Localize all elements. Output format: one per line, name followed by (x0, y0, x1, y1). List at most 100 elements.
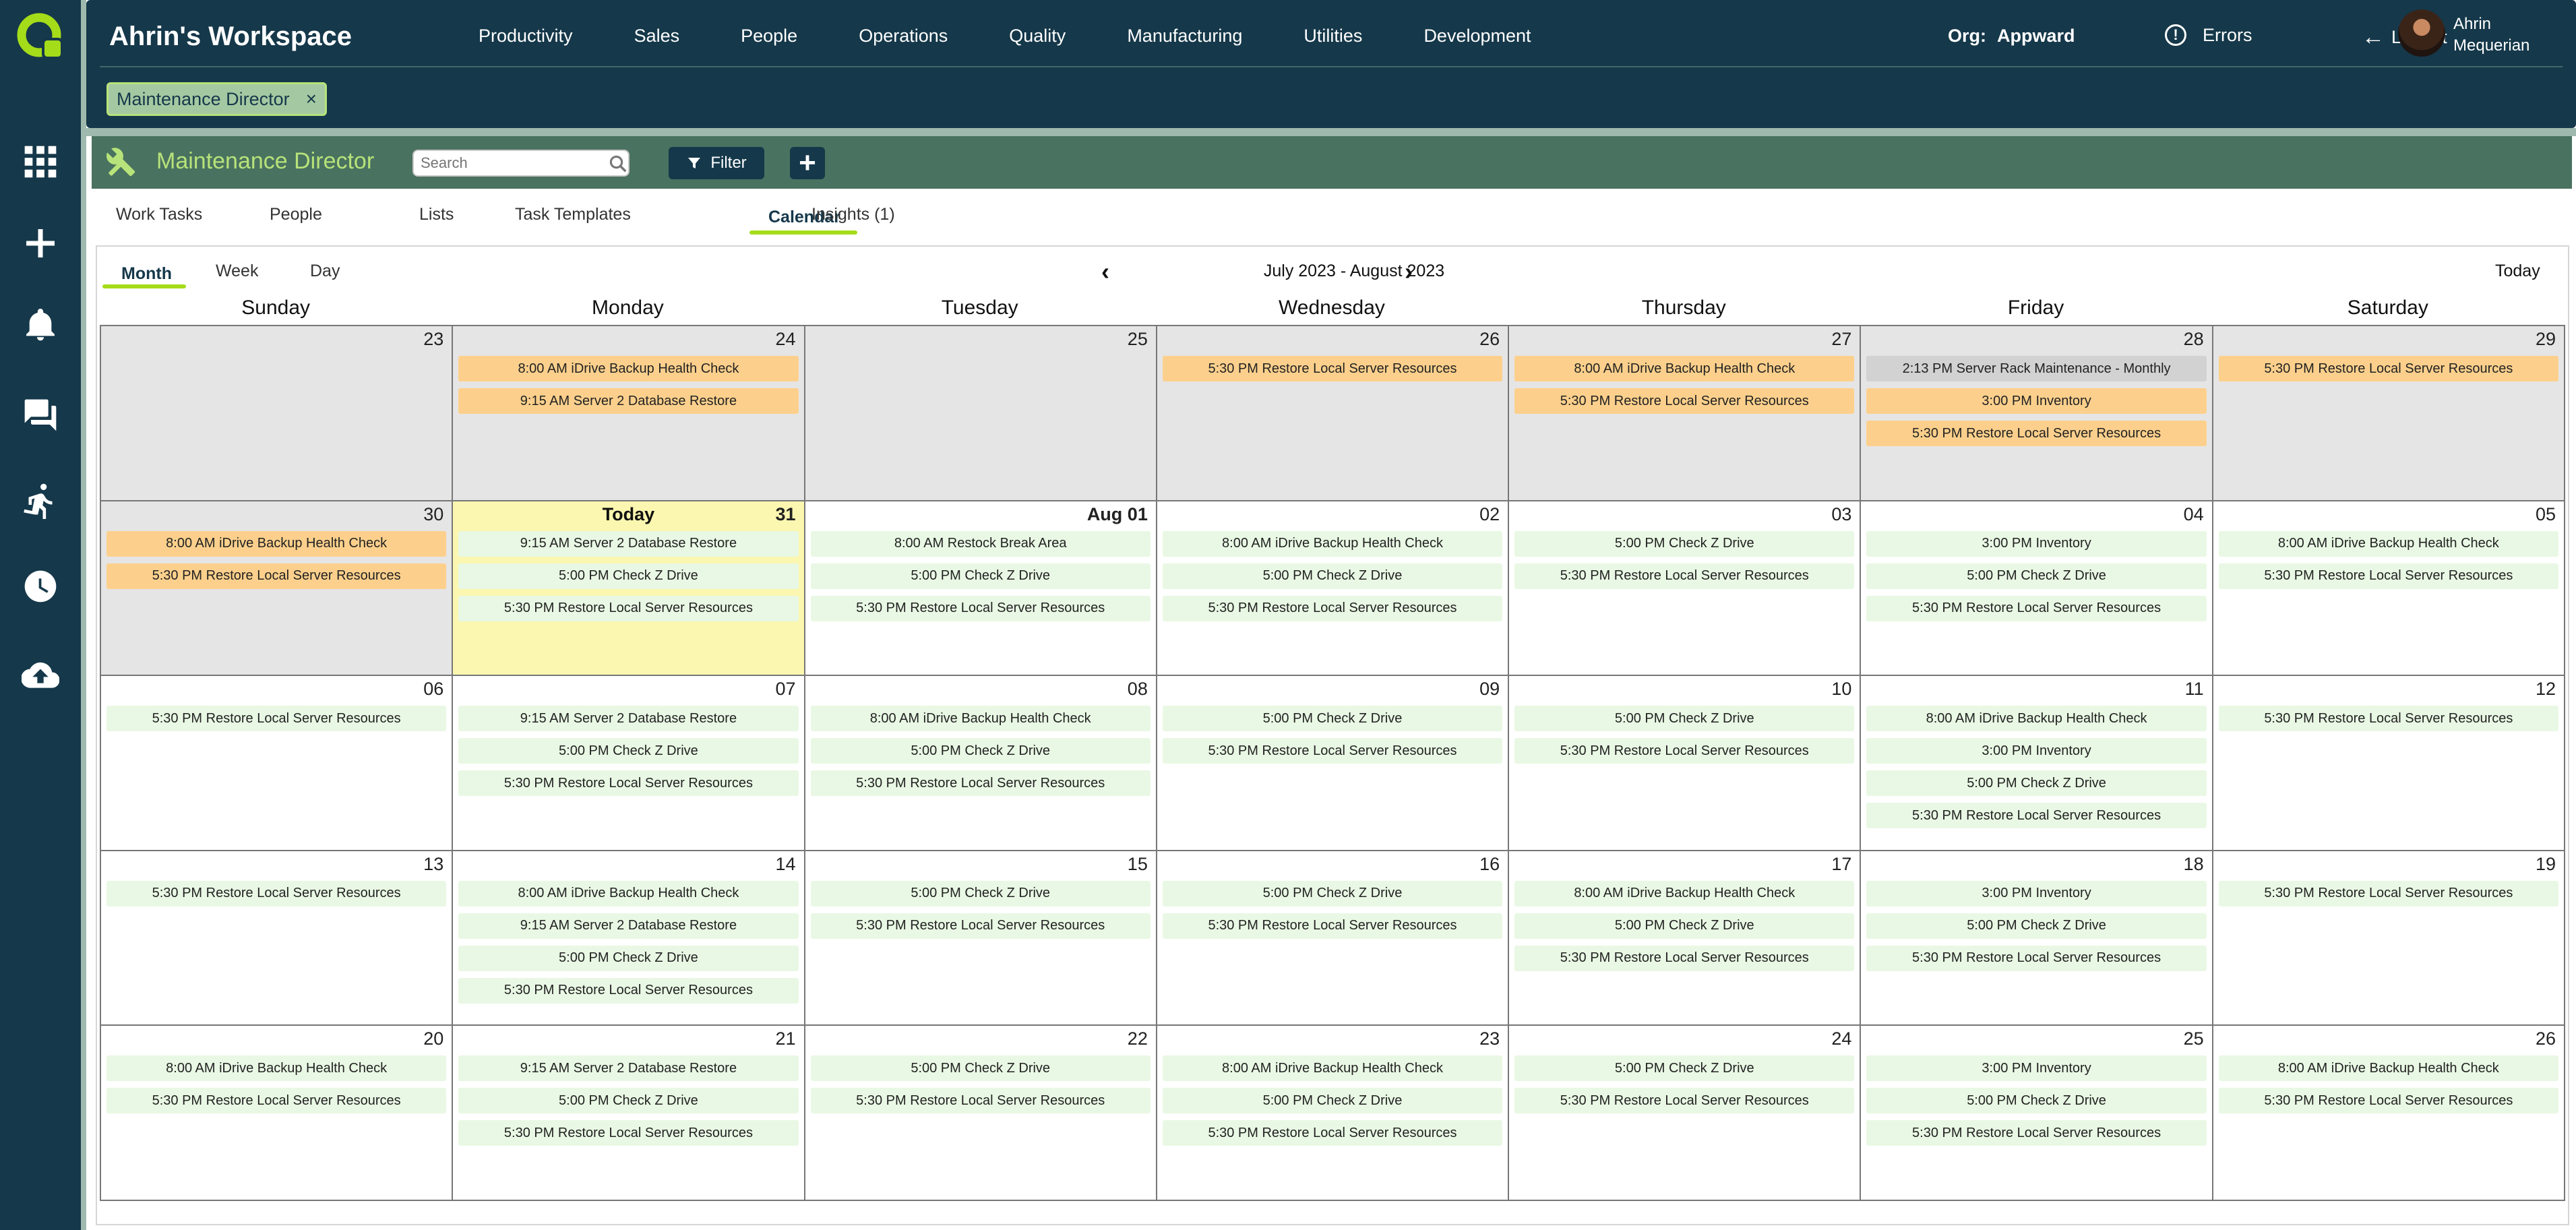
calendar-event[interactable]: 5:30 PM Restore Local Server Resources (810, 595, 1151, 621)
calendar-event[interactable]: 5:30 PM Restore Local Server Resources (106, 706, 447, 732)
calendar-event[interactable]: 8:00 AM iDrive Backup Health Check (1162, 1055, 1503, 1082)
clock-icon[interactable] (20, 566, 61, 607)
calendar-event[interactable]: 5:30 PM Restore Local Server Resources (458, 977, 799, 1004)
calendar-event[interactable]: 3:00 PM Inventory (1866, 738, 2207, 764)
calendar-event[interactable]: 5:30 PM Restore Local Server Resources (810, 770, 1151, 797)
calendar-day-cell[interactable]: 22 5:00 PM Check Z Drive 5:30 PM Restore L… (805, 1026, 1157, 1201)
calendar-event[interactable]: 5:30 PM Restore Local Server Resources (1866, 803, 2207, 829)
user-name[interactable]: Ahrin Mequerian (2453, 13, 2554, 57)
bell-icon[interactable] (20, 305, 61, 345)
calendar-day-cell[interactable]: 24 5:00 PM Check Z Drive 5:30 PM Restore L… (1509, 1026, 1862, 1201)
calendar-event[interactable]: 5:00 PM Check Z Drive (1162, 563, 1503, 589)
calendar-event[interactable]: 8:00 AM iDrive Backup Health Check (106, 530, 447, 557)
calendar-day-cell[interactable]: 25 (805, 326, 1157, 501)
calendar-event[interactable]: 8:00 AM iDrive Backup Health Check (1514, 880, 1855, 906)
calendar-event[interactable]: 5:00 PM Check Z Drive (810, 738, 1151, 764)
nav-operations[interactable]: Operations (859, 26, 948, 47)
calendar-day-cell[interactable]: 29 5:30 PM Restore Local Server Resources (2213, 326, 2565, 501)
calendar-event[interactable]: 5:30 PM Restore Local Server Resources (1162, 356, 1503, 381)
nav-people[interactable]: People (741, 26, 797, 47)
calendar-event[interactable]: 8:00 AM iDrive Backup Health Check (1162, 530, 1503, 557)
filter-button[interactable]: Filter (669, 147, 764, 179)
calendar-day-cell[interactable]: 02 8:00 AM iDrive Backup Health Check 5:00… (1157, 501, 1510, 677)
plus-icon[interactable] (20, 223, 61, 264)
calendar-day-cell[interactable]: 16 5:00 PM Check Z Drive 5:30 PM Restore L… (1157, 851, 1510, 1026)
calendar-day-cell[interactable]: 03 5:00 PM Check Z Drive 5:30 PM Restore L… (1509, 501, 1862, 677)
calendar-event[interactable]: 9:15 AM Server 2 Database Restore (458, 706, 799, 732)
calendar-day-cell[interactable]: Today 31 9:15 AM Server 2 Database Restore… (453, 501, 805, 677)
calendar-event[interactable]: 5:30 PM Restore Local Server Resources (1514, 388, 1855, 414)
calendar-event[interactable]: 5:00 PM Check Z Drive (1866, 913, 2207, 939)
calendar-day-cell[interactable]: 12 5:30 PM Restore Local Server Resources (2213, 676, 2565, 851)
calendar-event[interactable]: 5:00 PM Check Z Drive (810, 880, 1151, 906)
calendar-event[interactable]: 8:00 AM iDrive Backup Health Check (1866, 706, 2207, 732)
calendar-event[interactable]: 5:30 PM Restore Local Server Resources (1866, 595, 2207, 621)
calendar-event[interactable]: 3:00 PM Inventory (1866, 880, 2207, 906)
nav-quality[interactable]: Quality (1009, 26, 1066, 47)
view-week[interactable]: Week (216, 262, 258, 281)
calendar-event[interactable]: 9:15 AM Server 2 Database Restore (458, 913, 799, 939)
calendar-day-cell[interactable]: 21 9:15 AM Server 2 Database Restore 5:00 … (453, 1026, 805, 1201)
apps-grid-icon[interactable] (20, 142, 61, 182)
tab-insights[interactable]: Insights (1) (811, 205, 895, 224)
view-day[interactable]: Day (310, 262, 340, 281)
today-button[interactable]: Today (2495, 262, 2540, 281)
calendar-day-cell[interactable]: 10 5:00 PM Check Z Drive 5:30 PM Restore L… (1509, 676, 1862, 851)
calendar-event[interactable]: 5:30 PM Restore Local Server Resources (1514, 945, 1855, 971)
calendar-event[interactable]: 5:30 PM Restore Local Server Resources (1162, 738, 1503, 764)
calendar-day-cell[interactable]: 13 5:30 PM Restore Local Server Resources (101, 851, 454, 1026)
calendar-event[interactable]: 3:00 PM Inventory (1866, 1055, 2207, 1082)
calendar-event[interactable]: 5:30 PM Restore Local Server Resources (106, 563, 447, 589)
nav-manufacturing[interactable]: Manufacturing (1127, 26, 1242, 47)
calendar-event[interactable]: 5:00 PM Check Z Drive (1514, 530, 1855, 557)
search-input[interactable] (412, 150, 630, 177)
calendar-event[interactable]: 5:00 PM Check Z Drive (1514, 913, 1855, 939)
calendar-event[interactable]: 3:00 PM Inventory (1866, 530, 2207, 557)
calendar-day-cell[interactable]: 28 2:13 PM Server Rack Maintenance - Mont… (1861, 326, 2213, 501)
calendar-day-cell[interactable]: 27 8:00 AM iDrive Backup Health Check 5:30… (1509, 326, 1862, 501)
calendar-event[interactable]: 5:00 PM Check Z Drive (1514, 706, 1855, 732)
calendar-event[interactable]: 5:00 PM Check Z Drive (810, 563, 1151, 589)
add-button[interactable]: + (790, 146, 825, 179)
calendar-event[interactable]: 5:30 PM Restore Local Server Resources (1514, 1088, 1855, 1114)
calendar-day-cell[interactable]: 25 3:00 PM Inventory 5:00 PM Check Z Drive… (1861, 1026, 2213, 1201)
errors-button[interactable]: ! Errors (2165, 24, 2252, 46)
calendar-event[interactable]: 5:30 PM Restore Local Server Resources (1866, 421, 2207, 446)
calendar-event[interactable]: 5:00 PM Check Z Drive (458, 738, 799, 764)
calendar-event[interactable]: 5:30 PM Restore Local Server Resources (1162, 1120, 1503, 1146)
calendar-day-cell[interactable]: 18 3:00 PM Inventory 5:00 PM Check Z Drive… (1861, 851, 2213, 1026)
calendar-event[interactable]: 5:30 PM Restore Local Server Resources (106, 1088, 447, 1114)
app-logo-icon[interactable] (16, 12, 65, 61)
calendar-event[interactable]: 9:15 AM Server 2 Database Restore (458, 388, 799, 414)
calendar-day-cell[interactable]: 24 8:00 AM iDrive Backup Health Check 9:15… (453, 326, 805, 501)
tab-people[interactable]: People (270, 205, 322, 224)
calendar-event[interactable]: 5:00 PM Check Z Drive (1162, 1088, 1503, 1114)
calendar-day-cell[interactable]: Aug 01 8:00 AM Restock Break Area 5:00 PM … (805, 501, 1157, 677)
avatar[interactable] (2398, 9, 2445, 57)
tab-lists[interactable]: Lists (419, 205, 454, 224)
calendar-event[interactable]: 5:30 PM Restore Local Server Resources (1866, 1120, 2207, 1146)
calendar-event[interactable]: 2:13 PM Server Rack Maintenance - Monthl… (1866, 356, 2207, 381)
calendar-event[interactable]: 5:30 PM Restore Local Server Resources (106, 880, 447, 906)
calendar-event[interactable]: 5:00 PM Check Z Drive (1866, 1088, 2207, 1114)
calendar-event[interactable]: 5:00 PM Check Z Drive (458, 1088, 799, 1114)
calendar-event[interactable]: 5:00 PM Check Z Drive (1866, 770, 2207, 797)
calendar-day-cell[interactable]: 30 8:00 AM iDrive Backup Health Check 5:30… (101, 501, 454, 677)
calendar-event[interactable]: 8:00 AM iDrive Backup Health Check (458, 356, 799, 381)
calendar-event[interactable]: 8:00 AM iDrive Backup Health Check (810, 706, 1151, 732)
calendar-event[interactable]: 5:00 PM Check Z Drive (1162, 880, 1503, 906)
calendar-event[interactable]: 5:30 PM Restore Local Server Resources (1514, 738, 1855, 764)
calendar-day-cell[interactable]: 11 8:00 AM iDrive Backup Health Check 3:00… (1861, 676, 2213, 851)
nav-development[interactable]: Development (1423, 26, 1531, 47)
calendar-event[interactable]: 5:00 PM Check Z Drive (1514, 1055, 1855, 1082)
calendar-day-cell[interactable]: 15 5:00 PM Check Z Drive 5:30 PM Restore L… (805, 851, 1157, 1026)
tab-work-tasks[interactable]: Work Tasks (116, 205, 202, 224)
calendar-event[interactable]: 8:00 AM iDrive Backup Health Check (106, 1055, 447, 1082)
calendar-day-cell[interactable]: 14 8:00 AM iDrive Backup Health Check 9:15… (453, 851, 805, 1026)
calendar-event[interactable]: 5:30 PM Restore Local Server Resources (458, 595, 799, 621)
calendar-event[interactable]: 5:30 PM Restore Local Server Resources (1162, 913, 1503, 939)
close-icon[interactable]: × (306, 88, 317, 110)
calendar-day-cell[interactable]: 08 8:00 AM iDrive Backup Health Check 5:00… (805, 676, 1157, 851)
calendar-event[interactable]: 8:00 AM iDrive Backup Health Check (458, 880, 799, 906)
calendar-day-cell[interactable]: 23 8:00 AM iDrive Backup Health Check 5:00… (1157, 1026, 1510, 1201)
